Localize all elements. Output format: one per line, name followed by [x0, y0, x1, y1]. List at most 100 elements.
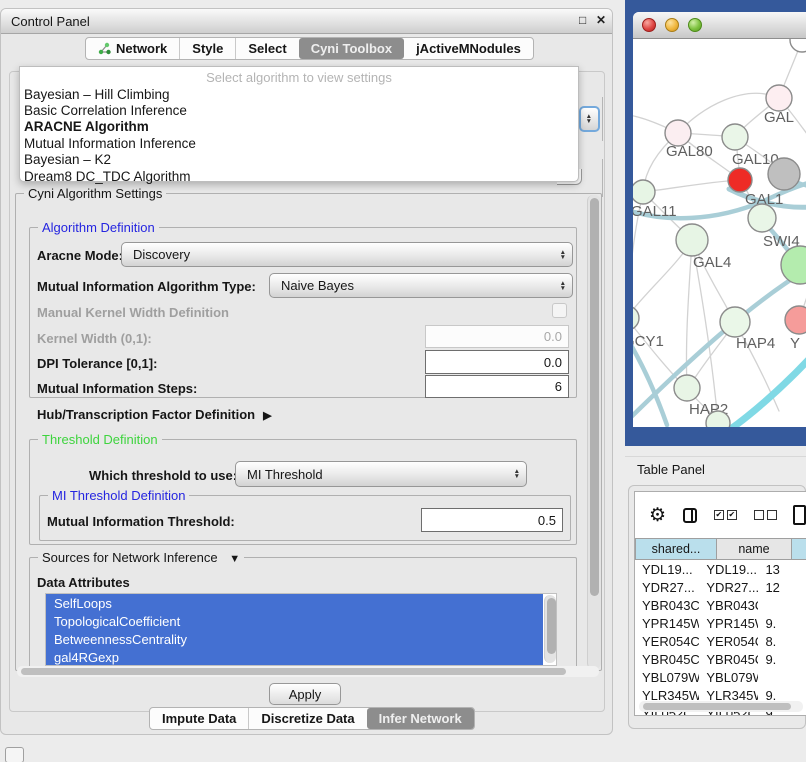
network-edge[interactable] — [643, 180, 739, 192]
expander-down-icon[interactable]: ▼ — [229, 553, 240, 565]
algorithm-option-bayesian-k2[interactable]: Bayesian – K2 — [24, 152, 574, 168]
node-label-gal11: GAL11 — [633, 203, 677, 220]
dpi-tolerance-field[interactable]: 0.0 — [425, 350, 569, 374]
table-row[interactable]: YBL079WYBL079W — [635, 668, 806, 686]
minimize-traffic-light-icon[interactable] — [665, 18, 679, 32]
combo-arrows-icon: ▲▼ — [586, 114, 592, 124]
manual-kernel-checkbox[interactable] — [552, 303, 567, 318]
network-node[interactable] — [790, 39, 806, 52]
algorithm-option-bayesian-hill-climbing[interactable]: Bayesian – Hill Climbing — [24, 86, 574, 102]
table-row[interactable]: YBR043CYBR043C — [635, 596, 806, 614]
tab-jactivemnodules[interactable]: jActiveMNodules — [404, 38, 533, 59]
bottom-tab-discretize-data[interactable]: Discretize Data — [248, 708, 366, 729]
mi-threshold-value: 0.5 — [538, 513, 556, 528]
table-row[interactable]: YDR27...YDR27...12 — [635, 578, 806, 596]
column-header-2[interactable] — [792, 538, 806, 560]
network-node-swi4[interactable] — [748, 204, 776, 232]
algorithm-option-aracne-algorithm[interactable]: ARACNE Algorithm — [24, 119, 574, 135]
algorithm-dropdown-popup: Select algorithm to view settings Bayesi… — [19, 66, 579, 182]
table-panel-region: Table Panel ⚙ ✔ ✔ shared...name — [620, 446, 806, 762]
attributes-scrollbar[interactable] — [544, 595, 556, 663]
network-node-hap2[interactable] — [674, 375, 700, 401]
apply-button[interactable]: Apply — [269, 683, 341, 705]
algorithm-option-mutual-information-inference[interactable]: Mutual Information Inference — [24, 135, 574, 151]
network-edge[interactable] — [725, 357, 806, 427]
tab-label: jActiveMNodules — [416, 41, 521, 56]
table-row[interactable]: YER054CYER054C8. — [635, 632, 806, 650]
mi-type-combo[interactable]: Naive Bayes ▲▼ — [269, 273, 573, 298]
network-node-gal11[interactable] — [633, 180, 655, 204]
bottom-tab-infer-network[interactable]: Infer Network — [367, 708, 474, 729]
bottom-tab-label: Infer Network — [379, 711, 462, 726]
table-cell: YBL079W — [635, 670, 699, 685]
table-toolbar: ⚙ ✔ ✔ — [635, 492, 806, 538]
network-node-gcy1[interactable] — [633, 306, 639, 330]
tab-style[interactable]: Style — [179, 38, 235, 59]
network-node-y[interactable] — [785, 306, 806, 334]
minimized-panel-button[interactable] — [5, 747, 24, 762]
settings-vertical-scrollbar[interactable] — [587, 195, 601, 669]
data-attributes-label: Data Attributes — [37, 575, 130, 590]
attribute-item-selfloops[interactable]: SelfLoops — [46, 594, 543, 612]
bottom-tab-impute-data[interactable]: Impute Data — [150, 708, 248, 729]
table-row[interactable]: YBR045CYBR045C9. — [635, 650, 806, 668]
table-row[interactable]: YDL19...YDL19...13 — [635, 560, 806, 578]
table-cell: YBL079W — [699, 670, 758, 685]
attribute-item-topologicalcoefficient[interactable]: TopologicalCoefficient — [46, 612, 543, 630]
column-header-name[interactable]: name — [717, 538, 792, 560]
control-panel-titlebar[interactable]: Control Panel □ ✕ — [1, 9, 612, 34]
scrollbar-thumb[interactable] — [590, 198, 599, 596]
which-threshold-combo[interactable]: MI Threshold ▲▼ — [235, 461, 527, 487]
attribute-item-gal4rgexp[interactable]: gal4RGexp — [46, 648, 543, 666]
aracne-mode-combo[interactable]: Discovery ▲▼ — [121, 242, 573, 267]
table-cell: YDR27... — [699, 580, 758, 595]
document-icon[interactable] — [793, 505, 806, 525]
tab-network[interactable]: Network — [86, 38, 179, 59]
float-icon[interactable]: □ — [579, 13, 586, 27]
scrollbar-thumb[interactable] — [21, 668, 566, 675]
network-node[interactable] — [781, 246, 806, 284]
column-header-shared[interactable]: shared... — [635, 538, 717, 560]
network-node[interactable] — [768, 158, 800, 190]
tab-select[interactable]: Select — [235, 38, 298, 59]
table-row[interactable]: YPR145WYPR145W9. — [635, 614, 806, 632]
hub-expander[interactable]: Hub/Transcription Factor Definition▶ — [37, 407, 272, 422]
network-window-titlebar[interactable] — [633, 12, 806, 39]
table-panel-content: ⚙ ✔ ✔ shared...name YDL19...YDL19...13YD… — [634, 491, 806, 716]
kernel-width-field[interactable]: 0.0 — [425, 325, 569, 348]
algorithm-option-basic-correlation-inference[interactable]: Basic Correlation Inference — [24, 102, 574, 118]
network-node-gal1[interactable] — [728, 168, 752, 192]
network-node-gal[interactable] — [766, 85, 792, 111]
combo-arrows-icon: ▲▼ — [560, 281, 566, 291]
table-horizontal-scrollbar[interactable] — [639, 701, 803, 712]
maximize-traffic-light-icon[interactable] — [688, 18, 702, 32]
network-edge[interactable] — [633, 319, 685, 387]
tab-cyni-toolbox[interactable]: Cyni Toolbox — [299, 38, 404, 59]
data-attributes-list[interactable]: SelfLoopsTopologicalCoefficientBetweenne… — [45, 593, 557, 666]
network-node-hap4[interactable] — [720, 307, 750, 337]
mi-threshold-field[interactable]: 0.5 — [421, 508, 563, 532]
network-node-gal10[interactable] — [722, 124, 748, 150]
network-window[interactable]: GALGAL80GAL10GAL1GAL11SWI4GAL4GCY1HAP4YH… — [633, 12, 806, 427]
scrollbar-thumb[interactable] — [547, 598, 556, 654]
gear-icon[interactable]: ⚙ — [649, 504, 666, 527]
hidden-groupbox-edge — [602, 159, 607, 197]
attribute-item-betweennesscentrality[interactable]: BetweennessCentrality — [46, 630, 543, 648]
network-node-gal4[interactable] — [676, 224, 708, 256]
mi-steps-value: 6 — [555, 379, 562, 394]
mi-steps-field[interactable]: 6 — [425, 375, 569, 398]
columns-icon[interactable] — [683, 508, 697, 523]
table-cell: 8. — [758, 634, 806, 649]
network-view-frame: GALGAL80GAL10GAL1GAL11SWI4GAL4GCY1HAP4YH… — [625, 0, 806, 446]
unselect-all-columns-icon[interactable] — [754, 510, 777, 520]
close-traffic-light-icon[interactable] — [642, 18, 656, 32]
tab-label: Select — [248, 41, 286, 56]
select-all-columns-icon[interactable]: ✔ ✔ — [714, 510, 737, 520]
network-canvas[interactable]: GALGAL80GAL10GAL1GAL11SWI4GAL4GCY1HAP4YH… — [633, 39, 806, 427]
close-icon[interactable]: ✕ — [596, 13, 606, 27]
scrollbar-thumb[interactable] — [643, 703, 791, 710]
algorithm-option-dream8-dc-tdc-algorithm[interactable]: Dream8 DC_TDC Algorithm — [24, 168, 574, 184]
settings-horizontal-scrollbar[interactable] — [17, 666, 599, 677]
panel-divider — [625, 456, 806, 457]
focused-combo-arrow-button[interactable]: ▲▼ — [579, 106, 600, 132]
